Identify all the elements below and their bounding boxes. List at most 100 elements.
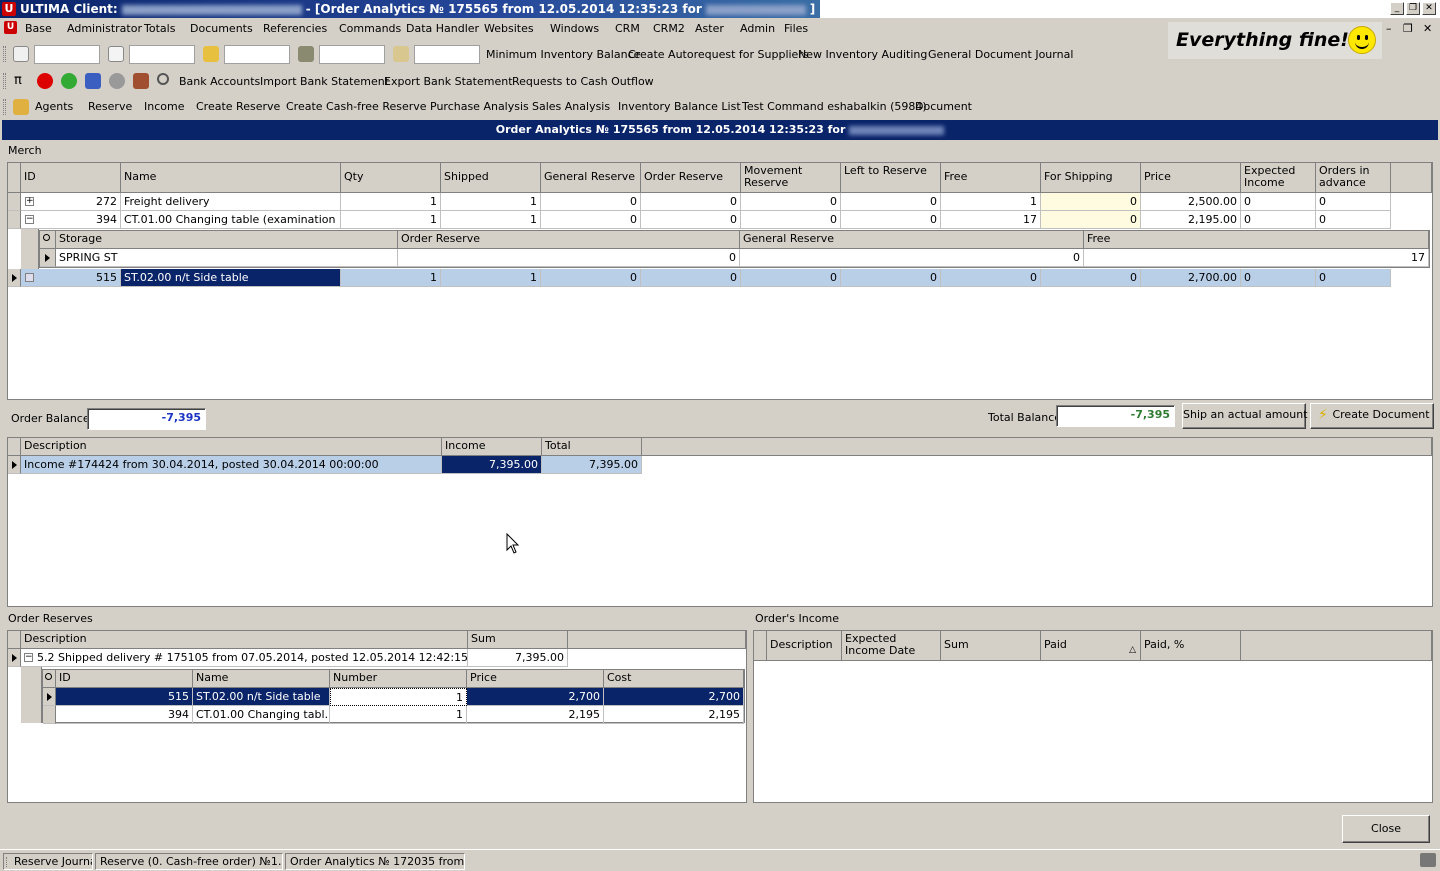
col-income[interactable]: Income	[442, 438, 542, 456]
stop-icon[interactable]	[37, 73, 53, 89]
col-price[interactable]: Price	[467, 670, 604, 688]
menu-administrator[interactable]: Administrator	[67, 22, 142, 35]
document-icon[interactable]	[13, 46, 29, 62]
minimize-icon[interactable]: _	[1390, 2, 1404, 15]
col-sum[interactable]: Sum	[941, 631, 1041, 661]
orders-income-grid[interactable]: Description Expected Income Date Sum Pai…	[753, 630, 1433, 803]
menu-commands[interactable]: Commands	[339, 22, 401, 35]
app-menu-icon[interactable]: U	[4, 21, 17, 34]
col-paid[interactable]: Paid △	[1041, 631, 1141, 661]
col-id[interactable]: ID	[56, 670, 193, 688]
expand-icon[interactable]: +	[25, 197, 34, 206]
statusbar-order-analytics[interactable]: Order Analytics № 172035 from…	[285, 853, 465, 870]
ship-actual-amount-button[interactable]: Ship an actual amount	[1182, 403, 1308, 429]
toolbar-grip[interactable]	[3, 99, 6, 115]
shield-icon[interactable]	[85, 73, 101, 89]
menu-data-handler[interactable]: Data Handler	[406, 22, 479, 35]
col-sub-order-reserve[interactable]: Order Reserve	[398, 231, 740, 249]
toolbar-reserve[interactable]: Reserve	[88, 100, 132, 113]
reserve-items-subgrid[interactable]: ID Name Number Price Cost 515 ST.02.00 n…	[42, 669, 745, 724]
mdi-minimize-icon[interactable]: –	[1386, 22, 1392, 35]
scroll-icon[interactable]	[393, 46, 409, 62]
collapse-icon[interactable]: −	[24, 653, 33, 662]
merch-grid[interactable]: ID Name Qty Shipped General Reserve Orde…	[7, 162, 1433, 400]
mdi-close-icon[interactable]: ✕	[1423, 22, 1432, 35]
order-balance-field[interactable]: -7,395	[87, 408, 206, 430]
menu-documents[interactable]: Documents	[190, 22, 253, 35]
col-qty[interactable]: Qty	[341, 163, 441, 193]
col-price[interactable]: Price	[1141, 163, 1241, 193]
col-orders-in-advance[interactable]: Orders in advance	[1316, 163, 1391, 193]
mdi-restore-icon[interactable]: ❐	[1403, 22, 1413, 35]
col-general-reserve[interactable]: General Reserve	[541, 163, 641, 193]
create-document-button[interactable]: ⚡ Create Document	[1310, 403, 1434, 429]
toolbar-test-command[interactable]: Test Command eshabalkin (5984)	[742, 100, 927, 113]
toolbar-input-3[interactable]	[224, 45, 290, 64]
toolbar-create-reserve[interactable]: Create Reserve	[196, 100, 280, 113]
col-expected-income-date[interactable]: Expected Income Date	[842, 631, 941, 661]
toolbar-income[interactable]: Income	[144, 100, 184, 113]
cell-for-shipping[interactable]: 0	[1041, 193, 1141, 211]
toolbar-grip[interactable]	[3, 73, 6, 89]
toolbar-import-bank-statement[interactable]: Import Bank Statement	[260, 75, 389, 88]
pi-icon[interactable]: π	[14, 73, 22, 88]
col-name[interactable]: Name	[193, 670, 330, 688]
col-description[interactable]: Description	[767, 631, 842, 661]
toolbar-input-5[interactable]	[414, 45, 480, 64]
menu-websites[interactable]: Websites	[484, 22, 534, 35]
close-button[interactable]: Close	[1342, 815, 1430, 843]
agents-icon[interactable]	[13, 99, 29, 115]
toolbar-agents[interactable]: Agents	[35, 100, 73, 113]
statusbar-reserve[interactable]: Reserve (0. Cash-free order) №1…	[95, 853, 283, 870]
col-total[interactable]: Total	[542, 438, 642, 456]
menu-referencies[interactable]: Referencies	[263, 22, 327, 35]
col-shipped[interactable]: Shipped	[441, 163, 541, 193]
col-name[interactable]: Name	[121, 163, 341, 193]
col-sum[interactable]: Sum	[468, 631, 568, 649]
books-icon[interactable]	[133, 73, 149, 89]
col-paid-percent[interactable]: Paid, %	[1141, 631, 1241, 661]
statusbar-reserve-journal[interactable]: Reserve Journal	[3, 853, 93, 870]
col-storage[interactable]: Storage	[56, 231, 398, 249]
toolbar-input-1[interactable]	[34, 45, 100, 64]
toolbar-purchase-analysis[interactable]: Purchase Analysis	[430, 100, 529, 113]
col-id[interactable]: ID	[21, 163, 121, 193]
col-expected-income[interactable]: Expected Income	[1241, 163, 1316, 193]
menu-admin[interactable]: Admin	[740, 22, 775, 35]
storage-subgrid[interactable]: Storage Order Reserve General Reserve Fr…	[39, 230, 1430, 268]
toolbar-inventory-balance-list[interactable]: Inventory Balance List	[618, 100, 741, 113]
settings-icon[interactable]	[109, 73, 125, 89]
cell-for-shipping[interactable]: 0	[1041, 211, 1141, 229]
menu-totals[interactable]: Totals	[144, 22, 175, 35]
agent-icon[interactable]	[298, 46, 314, 62]
toolbar-minimum-inventory-balance[interactable]: Minimum Inventory Balance	[486, 48, 640, 61]
col-for-shipping[interactable]: For Shipping	[1041, 163, 1141, 193]
collapse-icon[interactable]: −	[25, 215, 34, 224]
cell-number[interactable]: 1	[330, 688, 467, 706]
menu-base[interactable]: Base	[25, 22, 52, 35]
expand-icon[interactable]	[25, 273, 34, 282]
col-description[interactable]: Description	[21, 438, 442, 456]
toolbar-create-cashfree-reserve[interactable]: Create Cash-free Reserve	[286, 100, 427, 113]
box-icon[interactable]	[203, 46, 219, 62]
menu-windows[interactable]: Windows	[550, 22, 599, 35]
col-order-reserve[interactable]: Order Reserve	[641, 163, 741, 193]
menu-aster[interactable]: Aster	[695, 22, 724, 35]
menu-crm[interactable]: CRM	[615, 22, 640, 35]
toolbar-grip[interactable]	[3, 46, 6, 62]
col-cost[interactable]: Cost	[604, 670, 744, 688]
toolbar-document[interactable]: Document	[915, 100, 972, 113]
col-sub-free[interactable]: Free	[1084, 231, 1429, 249]
toolbar-general-document-journal[interactable]: General Document Journal	[928, 48, 1073, 61]
menu-crm2[interactable]: CRM2	[653, 22, 685, 35]
col-left-to-reserve[interactable]: Left to Reserve	[841, 163, 941, 193]
payments-grid[interactable]: Description Income Total Income #174424 …	[7, 437, 1433, 607]
toolbar-requests-cash-outflow[interactable]: Requests to Cash Outflow	[512, 75, 654, 88]
toolbar-new-inventory-auditing[interactable]: New Inventory Auditing	[798, 48, 927, 61]
toolbar-bank-accounts[interactable]: Bank Accounts	[179, 75, 260, 88]
cell-for-shipping[interactable]: 0	[1041, 269, 1141, 287]
toolbar-create-autorequest[interactable]: Create Autorequest for Suppliers	[628, 48, 809, 61]
search-icon[interactable]	[43, 234, 50, 241]
report-icon[interactable]	[108, 46, 124, 62]
col-sub-general-reserve[interactable]: General Reserve	[740, 231, 1084, 249]
